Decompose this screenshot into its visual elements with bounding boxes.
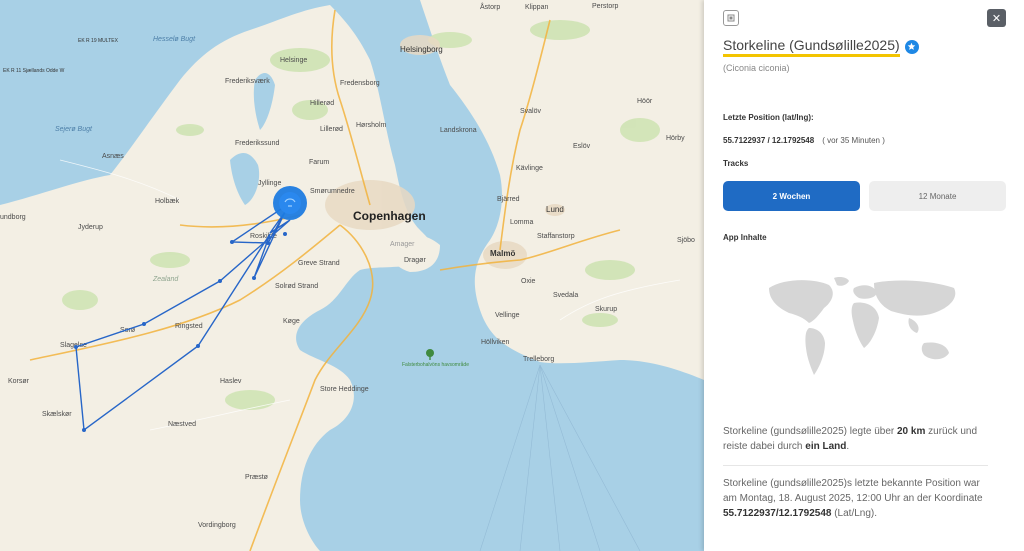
label-vordingborg: Vordingborg (198, 522, 236, 529)
label-trelleborg: Trelleborg (523, 356, 554, 363)
species-latin-name: (Ciconia ciconia) (723, 63, 790, 73)
verified-star-icon (904, 39, 919, 54)
current-position-marker[interactable] (273, 186, 307, 220)
label-skurup: Skurup (595, 306, 617, 313)
info-panel: ✕ Storkeline (Gundsølille2025) (Ciconia … (704, 0, 1024, 551)
close-icon[interactable]: ✕ (987, 9, 1006, 27)
label-svalov: Svalöv (520, 108, 542, 115)
label-ekr11: EK R 11 Sjællands Odde W (3, 68, 65, 74)
label-lomma: Lomma (510, 219, 533, 226)
label-hillerod: Hillerød (310, 100, 334, 107)
label-falsterbo: Falsterbohalvöns havsområde (402, 361, 469, 368)
label-sjobo: Sjöbo (677, 237, 695, 244)
label-horby: Hörby (666, 135, 685, 142)
label-smorum: Smørumnedre (310, 188, 355, 195)
label-ringsted: Ringsted (175, 323, 203, 330)
label-store-heddinge: Store Heddinge (320, 386, 369, 393)
label-copenhagen: Copenhagen (353, 209, 426, 223)
label-landskrona: Landskrona (440, 127, 477, 134)
label-korsor: Korsør (8, 378, 30, 385)
label-helsingborg: Helsingborg (400, 45, 443, 54)
label-vellinge: Vellinge (495, 312, 520, 319)
distance-summary: Storkeline (gundsølille2025) legte über … (723, 426, 978, 452)
time-ago: ( vor 35 Minuten ) (822, 136, 885, 145)
label-sejero: Sejerø Bugt (55, 126, 93, 133)
label-zealand: Zealand (152, 276, 179, 283)
tracks-heading: Tracks (723, 159, 749, 168)
position-heading: Letzte Position (lat/lng): (723, 113, 814, 122)
label-oxie: Oxie (521, 278, 536, 285)
position-value: 55.7122937 / 12.1792548 ( vor 35 Minuten … (723, 136, 885, 145)
map-canvas[interactable]: Copenhagen Malmö Helsingborg Lund Roskil… (0, 0, 704, 551)
label-undborg: undborg (0, 214, 26, 221)
label-fredensborg: Fredensborg (340, 80, 380, 87)
world-map[interactable] (759, 273, 974, 383)
label-kavlinge: Kävlinge (516, 165, 543, 172)
label-solrod: Solrød Strand (275, 283, 318, 290)
label-hollviken: Höllviken (481, 339, 510, 346)
label-hesselo: Hesselø Bugt (153, 36, 196, 43)
coordinates: 55.7122937 / 12.1792548 (723, 136, 815, 145)
map-view[interactable]: Copenhagen Malmö Helsingborg Lund Roskil… (0, 0, 704, 551)
label-dragor: Dragør (404, 257, 426, 264)
last-position-summary: Storkeline (gundsølille2025)s letzte bek… (723, 478, 983, 519)
label-slagelse: Slagelse (60, 342, 87, 349)
app-icon[interactable] (723, 10, 739, 26)
label-koge: Køge (283, 318, 300, 325)
label-frederiksvaerk: Frederiksværk (225, 78, 270, 85)
label-asnaes: Asnæs (102, 153, 124, 160)
label-praesto: Præstø (245, 474, 269, 481)
divider (723, 465, 988, 466)
label-klippan: Klippan (525, 4, 548, 11)
label-greve: Greve Strand (298, 260, 340, 267)
label-helsinge: Helsinge (280, 57, 307, 64)
label-lillerod: Lillerød (320, 126, 343, 133)
app-content-heading: App Inhalte (723, 233, 767, 242)
label-amager: Amager (390, 241, 415, 248)
label-jyllinge: Jyllinge (258, 180, 281, 187)
label-bjarred: Bjärred (497, 196, 520, 203)
label-naestved: Næstved (168, 421, 196, 428)
label-lund: Lund (546, 205, 564, 214)
label-malmo: Malmö (490, 249, 515, 258)
label-perstorp: Perstorp (592, 3, 619, 10)
label-frederikssund: Frederikssund (235, 140, 279, 147)
label-ekr19: EK R 19 MULTEX (78, 38, 119, 44)
label-staffanstorp: Staffanstorp (537, 233, 575, 240)
tracks-12-months-button[interactable]: 12 Monate (869, 181, 1006, 211)
label-astorp: Åstorp (480, 2, 500, 11)
tracks-2-weeks-button[interactable]: 2 Wochen (723, 181, 860, 211)
label-hoor: Höör (637, 98, 653, 105)
label-skaelskor: Skælskør (42, 411, 72, 418)
label-jyderup: Jyderup (78, 224, 103, 231)
label-horsholm: Hørsholm (356, 122, 387, 129)
label-eslov: Eslöv (573, 143, 591, 150)
label-farum: Farum (309, 159, 329, 166)
label-haslev: Haslev (220, 378, 242, 385)
label-svedala: Svedala (553, 292, 578, 299)
label-holbaek: Holbæk (155, 198, 180, 205)
page-title: Storkeline (Gundsølille2025) (723, 36, 900, 57)
